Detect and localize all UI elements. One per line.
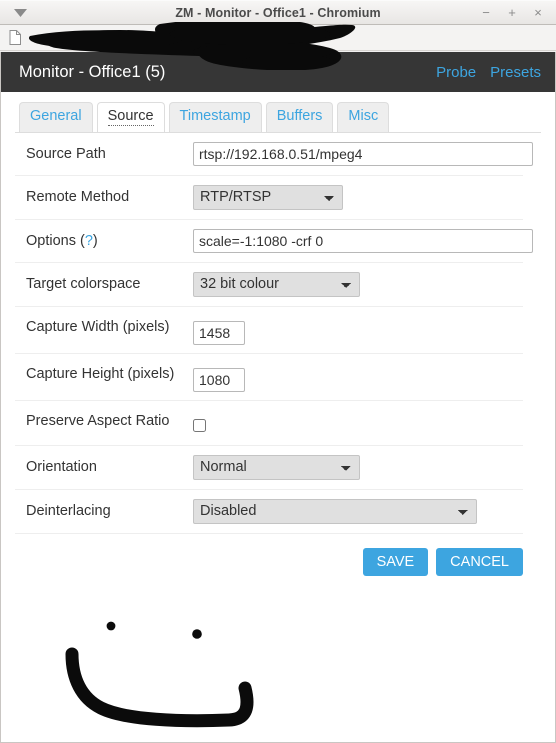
tab-general[interactable]: General <box>19 102 93 132</box>
bookmark-bar[interactable] <box>0 25 556 51</box>
capture-height-input[interactable] <box>193 367 245 392</box>
row-target-colorspace: Target colorspace 8 bit greyscale24 bit … <box>15 263 523 307</box>
row-options: Options (?) <box>15 220 533 263</box>
capture-height-field <box>193 362 523 392</box>
options-field <box>193 228 533 253</box>
tab-general-label: General <box>30 108 82 124</box>
tab-source[interactable]: Source <box>96 102 165 132</box>
options-input[interactable] <box>193 228 533 253</box>
header-links: Probe Presets <box>436 64 541 81</box>
tab-source-label: Source <box>107 108 154 126</box>
preserve-aspect-ratio-checkbox[interactable] <box>193 419 206 433</box>
capture-width-input[interactable] <box>193 320 245 345</box>
zm-page-header: Monitor - Office1 (5) Probe Presets <box>1 52 555 92</box>
options-help-link[interactable]: ? <box>85 233 93 249</box>
source-path-input[interactable] <box>193 141 533 166</box>
form-actions: SAVE CANCEL <box>1 534 545 577</box>
probe-link[interactable]: Probe <box>436 64 476 81</box>
window-title: ZM - Monitor - Office1 - Chromium <box>175 5 381 20</box>
orientation-label: Orientation <box>26 458 97 475</box>
tab-timestamp-label: Timestamp <box>179 108 251 124</box>
capture-width-field <box>193 315 523 345</box>
document-icon[interactable] <box>9 30 21 45</box>
row-remote-method: Remote Method RTP/RTSPRTP/RTSP/HTTPRTP/U… <box>15 176 523 220</box>
options-label: Options (?) <box>15 229 193 251</box>
row-source-path: Source Path <box>15 133 533 176</box>
minimize-button[interactable]: − <box>480 6 492 19</box>
maximize-button[interactable]: + <box>506 6 518 19</box>
row-capture-height: Capture Height (pixels) <box>15 354 523 401</box>
zm-page: Monitor - Office1 (5) Probe Presets Gene… <box>0 52 556 743</box>
tab-buffers-label: Buffers <box>276 108 323 124</box>
source-settings-form: Source Path Remote Method RTP/RTSPRTP/RT… <box>1 133 555 577</box>
window-titlebar: ZM - Monitor - Office1 - Chromium − + × <box>0 0 556 25</box>
deinterlacing-select[interactable]: DisabledFour field motion adaptiveDiscar… <box>193 498 477 524</box>
orientation-field: NormalRotate RightInvertedRotate LeftFli… <box>193 454 523 480</box>
row-orientation: Orientation NormalRotate RightInvertedRo… <box>15 446 523 490</box>
save-button[interactable]: SAVE <box>362 547 429 577</box>
orientation-select[interactable]: NormalRotate RightInvertedRotate LeftFli… <box>193 454 360 480</box>
window-controls: − + × <box>480 6 556 19</box>
source-path-label: Source Path <box>26 145 106 162</box>
browser-window: ZM - Monitor - Office1 - Chromium − + × <box>0 0 556 743</box>
target-colorspace-field: 8 bit greyscale24 bit colour32 bit colou… <box>193 271 523 297</box>
target-colorspace-select[interactable]: 8 bit greyscale24 bit colour32 bit colou… <box>193 271 360 297</box>
remote-method-select[interactable]: RTP/RTSPRTP/RTSP/HTTPRTP/UnicastRTP/Mult… <box>193 184 343 210</box>
deinterlacing-label: Deinterlacing <box>26 502 111 519</box>
tab-buffers[interactable]: Buffers <box>265 102 334 132</box>
capture-height-label: Capture Height (pixels) <box>26 365 175 382</box>
cancel-button[interactable]: CANCEL <box>436 547 523 577</box>
tab-misc-label: Misc <box>348 108 379 124</box>
tab-bar: General Source Timestamp Buffers Misc <box>1 92 555 132</box>
capture-width-label: Capture Width (pixels) <box>26 318 170 335</box>
row-deinterlacing: Deinterlacing DisabledFour field motion … <box>15 490 523 534</box>
source-path-field <box>193 141 533 166</box>
target-colorspace-label: Target colorspace <box>26 275 141 292</box>
preserve-aspect-ratio-field <box>193 409 523 437</box>
remote-method-label: Remote Method <box>26 188 130 205</box>
close-button[interactable]: × <box>532 6 544 19</box>
tab-misc[interactable]: Misc <box>337 102 390 132</box>
preserve-aspect-ratio-label: Preserve Aspect Ratio <box>26 412 170 429</box>
presets-link[interactable]: Presets <box>490 64 541 81</box>
row-capture-width: Capture Width (pixels) <box>15 307 523 354</box>
options-label-close: ) <box>92 232 98 249</box>
tab-timestamp[interactable]: Timestamp <box>168 102 262 132</box>
hand-drawn-smiley-face <box>65 621 254 728</box>
row-preserve-aspect-ratio: Preserve Aspect Ratio <box>15 401 523 446</box>
page-title: Monitor - Office1 (5) <box>19 62 166 81</box>
chevron-down-icon[interactable] <box>8 8 32 17</box>
remote-method-field: RTP/RTSPRTP/RTSP/HTTPRTP/UnicastRTP/Mult… <box>193 184 523 210</box>
options-label-text: Options ( <box>26 232 85 249</box>
deinterlacing-field: DisabledFour field motion adaptiveDiscar… <box>193 498 523 524</box>
